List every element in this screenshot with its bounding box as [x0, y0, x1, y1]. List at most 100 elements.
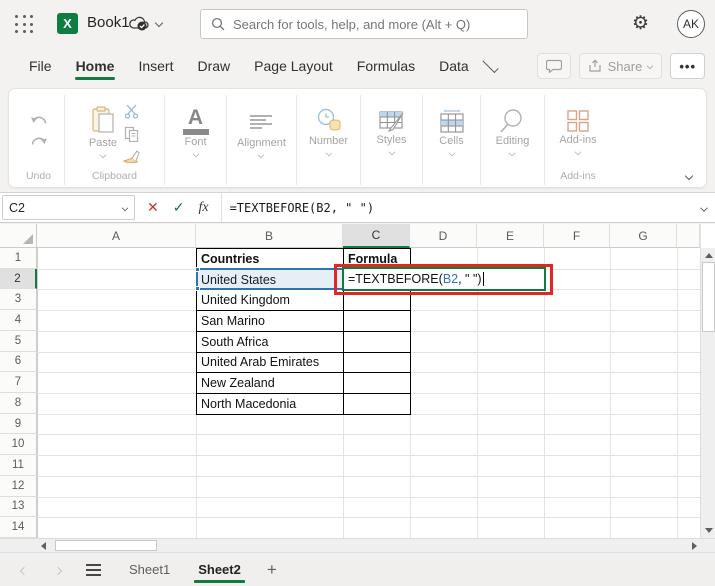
- tab-formulas[interactable]: Formulas: [346, 52, 426, 81]
- account-avatar[interactable]: AK: [677, 10, 705, 38]
- alignment-label: Alignment: [237, 136, 286, 149]
- row-header-14[interactable]: 14: [0, 517, 37, 538]
- row-header-10[interactable]: 10: [0, 434, 37, 456]
- tab-sheet2[interactable]: Sheet2: [184, 554, 255, 585]
- number-label: Number: [308, 135, 349, 147]
- confirm-entry-icon[interactable]: ✓: [173, 199, 185, 216]
- editing-button[interactable]: Editing: [496, 108, 529, 158]
- row-header-6[interactable]: 6: [0, 351, 37, 373]
- all-sheets-menu-icon[interactable]: [86, 561, 101, 579]
- name-box[interactable]: C2: [2, 195, 135, 220]
- column-header-g[interactable]: G: [610, 224, 677, 248]
- cut-icon[interactable]: [124, 104, 139, 119]
- row-header-2[interactable]: 2: [0, 268, 37, 290]
- scroll-left-arrow-icon[interactable]: [41, 542, 46, 550]
- formula-bar-expand-chevron-icon[interactable]: [700, 203, 708, 212]
- cells-button[interactable]: Cells: [439, 109, 465, 158]
- horizontal-scrollbar[interactable]: [0, 538, 715, 552]
- number-button[interactable]: Number: [309, 108, 348, 158]
- sheet-tab-bar: Sheet1 Sheet2 +: [0, 552, 715, 586]
- more-tabs-chevron-icon[interactable]: [482, 56, 499, 74]
- styles-button[interactable]: Styles: [377, 109, 406, 157]
- row-header-12[interactable]: 12: [0, 475, 37, 497]
- column-header-partial[interactable]: [677, 224, 700, 248]
- column-header-e[interactable]: E: [477, 224, 544, 248]
- column-header-c[interactable]: C: [343, 224, 410, 248]
- row-header-11[interactable]: 11: [0, 455, 37, 476]
- cell-b7[interactable]: New Zealand: [196, 372, 344, 394]
- ribbon-collapse-chevron-icon[interactable]: [684, 171, 694, 181]
- insert-function-icon[interactable]: fx: [198, 200, 208, 216]
- more-options-button[interactable]: •••: [670, 53, 705, 79]
- column-header-d[interactable]: D: [410, 224, 477, 248]
- column-header-a[interactable]: A: [37, 224, 196, 248]
- alignment-button[interactable]: Alignment: [237, 106, 286, 159]
- search-bar[interactable]: Search for tools, help, and more (Alt + …: [200, 9, 528, 39]
- excel-logo-icon[interactable]: X: [57, 13, 78, 34]
- referenced-cell-b2-highlight[interactable]: [195, 267, 344, 291]
- cell-b6[interactable]: United Arab Emirates: [196, 351, 344, 374]
- share-label: Share: [607, 58, 643, 74]
- row-header-5[interactable]: 5: [0, 330, 37, 352]
- cell-b5[interactable]: South Africa: [196, 330, 344, 353]
- cell-b4[interactable]: San Marino: [196, 310, 344, 332]
- undo-icon[interactable]: [30, 116, 48, 129]
- title-dropdown-chevron-icon[interactable]: [154, 18, 164, 28]
- comments-button[interactable]: [536, 53, 571, 79]
- active-cell-c2-editor[interactable]: =TEXTBEFORE(B2, " "): [342, 267, 546, 291]
- next-sheet-chevron-icon[interactable]: [48, 561, 68, 579]
- redo-icon[interactable]: [30, 137, 48, 150]
- workbook-title[interactable]: Book1: [87, 14, 130, 31]
- app-launcher-icon[interactable]: [15, 15, 34, 34]
- vertical-scrollbar[interactable]: [700, 248, 715, 538]
- tab-page-layout[interactable]: Page Layout: [243, 52, 344, 81]
- tab-insert[interactable]: Insert: [127, 52, 184, 81]
- cell-c7[interactable]: [343, 372, 411, 394]
- share-button[interactable]: Share: [578, 53, 663, 79]
- tab-sheet1[interactable]: Sheet1: [115, 554, 184, 585]
- font-button[interactable]: A Font: [182, 105, 209, 159]
- tab-data[interactable]: Data: [428, 52, 480, 81]
- row-header-8[interactable]: 8: [0, 393, 37, 414]
- tab-file[interactable]: File: [18, 52, 63, 81]
- row-header-7[interactable]: 7: [0, 372, 37, 393]
- row-header-9[interactable]: 9: [0, 413, 37, 435]
- column-header-f[interactable]: F: [544, 224, 610, 248]
- tab-home[interactable]: Home: [65, 52, 126, 81]
- cell-c5[interactable]: [343, 330, 411, 353]
- copy-icon[interactable]: [124, 126, 139, 142]
- row-header-3[interactable]: 3: [0, 289, 37, 311]
- font-icon: A: [187, 105, 204, 129]
- row-header-4[interactable]: 4: [0, 310, 37, 331]
- cell-c6[interactable]: [343, 351, 411, 374]
- tab-draw[interactable]: Draw: [186, 52, 241, 81]
- formula-cell-reference: B2: [442, 272, 459, 286]
- cell-b1[interactable]: Countries: [196, 248, 344, 270]
- cloud-saved-icon[interactable]: [129, 16, 149, 32]
- vertical-scrollbar-thumb[interactable]: [702, 262, 715, 332]
- format-painter-icon[interactable]: [123, 149, 140, 163]
- selection-handle[interactable]: [195, 286, 200, 291]
- paste-button[interactable]: Paste: [89, 106, 117, 160]
- select-all-corner[interactable]: [0, 224, 37, 248]
- formula-input[interactable]: =TEXTBEFORE(B2, " "): [220, 193, 701, 222]
- addins-label: Add-ins: [559, 134, 597, 146]
- previous-sheet-chevron-icon[interactable]: [14, 561, 34, 579]
- scroll-right-arrow-icon[interactable]: [692, 542, 697, 550]
- column-header-b[interactable]: B: [196, 224, 343, 248]
- cancel-entry-icon[interactable]: ✕: [147, 199, 159, 216]
- cell-c4[interactable]: [343, 310, 411, 332]
- cell-b8[interactable]: North Macedonia: [196, 393, 344, 415]
- cell-c3[interactable]: [343, 289, 411, 312]
- row-header-13[interactable]: 13: [0, 496, 37, 518]
- row-header-1[interactable]: 1: [0, 248, 37, 269]
- cell-c8[interactable]: [343, 393, 411, 415]
- addins-button[interactable]: Add-ins: [559, 109, 597, 157]
- cell-b3[interactable]: United Kingdom: [196, 289, 344, 312]
- selection-handle[interactable]: [195, 267, 200, 272]
- scroll-down-arrow-icon[interactable]: [705, 528, 713, 533]
- horizontal-scrollbar-thumb[interactable]: [55, 540, 157, 551]
- scroll-up-arrow-icon[interactable]: [705, 253, 713, 258]
- settings-gear-icon[interactable]: ⚙: [632, 12, 649, 35]
- add-sheet-button[interactable]: +: [255, 560, 289, 580]
